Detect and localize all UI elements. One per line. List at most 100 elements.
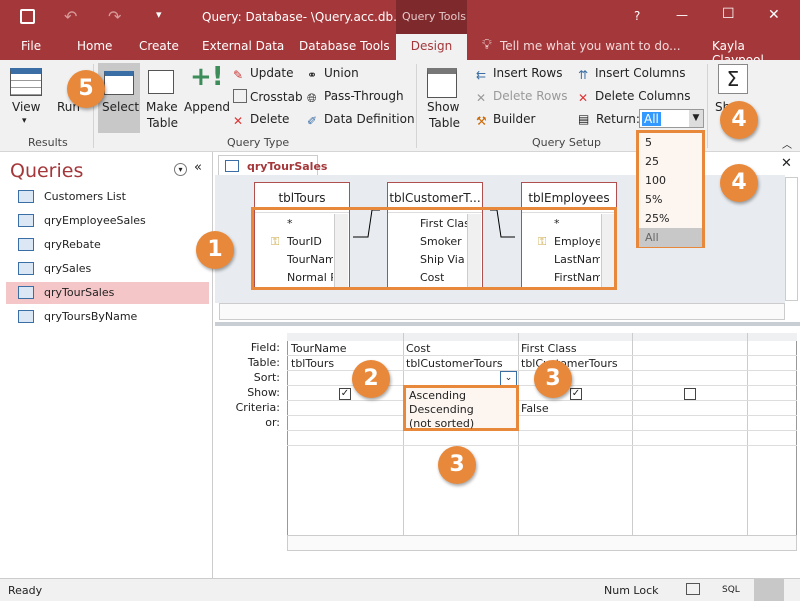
status-text: Ready [8, 584, 43, 597]
table-cell[interactable]: tblCustomerTours [406, 357, 503, 370]
insert-rows-button[interactable]: ⇇ Insert Rows [476, 66, 562, 82]
tab-create[interactable]: Create [139, 39, 179, 53]
query-icon [18, 214, 34, 227]
close-button[interactable]: ✕ [768, 7, 780, 23]
tab-external-data[interactable]: External Data [202, 39, 284, 53]
sql-view-button[interactable]: SQL [722, 585, 740, 595]
criteria-cell[interactable]: False [521, 402, 549, 415]
builder-button[interactable]: ⚒ Builder [476, 112, 535, 128]
collapse-ribbon-icon[interactable]: ︿ [782, 136, 792, 151]
nav-item-selected[interactable]: qryTourSales [6, 282, 209, 304]
crosstab-label: Crosstab [250, 90, 303, 104]
totals-button[interactable]: Σ [718, 64, 748, 94]
update-button[interactable]: ✎ Update [233, 66, 293, 82]
group-query-setup-label: Query Setup [532, 136, 601, 149]
query-icon [18, 262, 34, 275]
union-label: Union [324, 66, 359, 80]
title-bar: ↶ ↷ ▾ Query: Database- \Query.acc.db... … [0, 0, 800, 34]
field-cell[interactable]: Cost [406, 342, 430, 355]
row-label-criteria: Criteria: [235, 401, 280, 414]
table-cell[interactable]: tblCustomerTours [521, 357, 618, 370]
return-combobox[interactable]: All ▼ [639, 109, 704, 128]
show-checkbox[interactable]: ✓ [339, 388, 351, 400]
nav-item-label: qryToursByName [44, 310, 138, 323]
design-view-icon[interactable] [754, 579, 784, 601]
select-button[interactable]: Select [98, 63, 140, 133]
undo-icon[interactable]: ↶ [64, 7, 77, 26]
query-icon [18, 310, 34, 323]
nav-item-label: qryTourSales [44, 286, 115, 299]
return-value: All [642, 112, 661, 126]
separator [707, 64, 708, 148]
close-document-icon[interactable]: ✕ [781, 156, 792, 171]
sort-dropdown-button[interactable]: ⌄ [500, 371, 517, 386]
row-label-show: Show: [247, 386, 280, 399]
field-cell[interactable]: First Class [521, 342, 577, 355]
row-label-field: Field: [250, 341, 280, 354]
show-checkbox[interactable]: ✓ [570, 388, 582, 400]
delete-rows-button[interactable]: ✕ Delete Rows [476, 89, 567, 105]
return-option-selected[interactable]: All [639, 228, 702, 247]
view-button[interactable]: View [12, 100, 40, 114]
tell-me-input[interactable]: Tell me what you want to do... [500, 39, 681, 53]
tab-design[interactable]: Design [396, 34, 467, 60]
save-icon[interactable] [20, 9, 35, 24]
status-bar: Ready Num Lock SQL [0, 578, 800, 601]
data-definition-button[interactable]: ✐ Data Definition [307, 112, 415, 128]
return-option[interactable]: 5% [639, 190, 702, 209]
grid-horizontal-scrollbar[interactable] [287, 535, 797, 551]
return-option[interactable]: 25 [639, 152, 702, 171]
table-cell[interactable]: tblTours [291, 357, 334, 370]
delete-button[interactable]: ✕ Delete [233, 112, 289, 128]
return-option[interactable]: 100 [639, 171, 702, 190]
delete-columns-button[interactable]: ✕ Delete Columns [578, 89, 690, 105]
make-table-button[interactable]: Make [146, 100, 178, 114]
grid-header [287, 333, 797, 341]
nav-item[interactable]: qrySales [6, 258, 209, 280]
nav-item[interactable]: qryRebate [6, 234, 209, 256]
nav-item[interactable]: qryEmployeeSales [6, 210, 209, 232]
insert-rows-icon: ⇇ [476, 68, 487, 82]
show-table-button[interactable]: Show [427, 100, 459, 114]
field-cell[interactable]: TourName [291, 342, 347, 355]
return-option[interactable]: 25% [639, 209, 702, 228]
sort-option[interactable]: Ascending [409, 389, 513, 403]
nav-item[interactable]: qryToursByName [6, 306, 209, 328]
nav-title: Queries [10, 160, 84, 182]
callout-5: 5 [67, 70, 105, 108]
append-button[interactable]: Append [184, 100, 230, 114]
callout-4: 4 [720, 101, 758, 139]
sort-option[interactable]: (not sorted) [409, 417, 513, 431]
customize-qat-icon[interactable]: ▾ [156, 8, 162, 21]
show-checkbox[interactable] [684, 388, 696, 400]
maximize-button[interactable]: ☐ [722, 6, 735, 22]
nav-menu-icon[interactable]: ▾ [174, 163, 187, 176]
select-label: Select [102, 100, 140, 114]
sort-option[interactable]: Descending [409, 403, 513, 417]
crosstab-button[interactable]: Crosstab [233, 89, 303, 104]
tab-home[interactable]: Home [77, 39, 112, 53]
document-tab[interactable]: qryTourSales [218, 155, 327, 177]
collapse-nav-icon[interactable]: « [194, 160, 202, 175]
help-button[interactable]: ? [634, 9, 640, 23]
horizontal-scrollbar[interactable] [219, 303, 785, 320]
return-option[interactable]: 5 [639, 133, 702, 152]
select-icon [104, 71, 134, 95]
group-query-type-label: Query Type [227, 136, 290, 149]
insert-columns-button[interactable]: ⇈ Insert Columns [578, 66, 685, 82]
crosstab-icon [233, 89, 247, 103]
nav-item[interactable]: Customers List [6, 186, 209, 208]
tab-database-tools[interactable]: Database Tools [299, 39, 390, 53]
redo-icon[interactable]: ↷ [108, 7, 121, 26]
insert-columns-label: Insert Columns [595, 66, 686, 80]
pass-through-button[interactable]: 🌐︎ Pass-Through [307, 89, 404, 105]
return-icon: ▤ [578, 112, 590, 126]
datasheet-view-icon[interactable] [686, 583, 700, 595]
update-label: Update [250, 66, 294, 80]
pane-splitter[interactable] [215, 322, 800, 326]
union-button[interactable]: ⚭ Union [307, 66, 359, 82]
minimize-button[interactable]: — [676, 8, 688, 22]
tab-file[interactable]: File [21, 39, 41, 53]
vertical-scrollbar[interactable] [785, 177, 798, 301]
chevron-down-icon[interactable]: ▼ [689, 110, 703, 127]
